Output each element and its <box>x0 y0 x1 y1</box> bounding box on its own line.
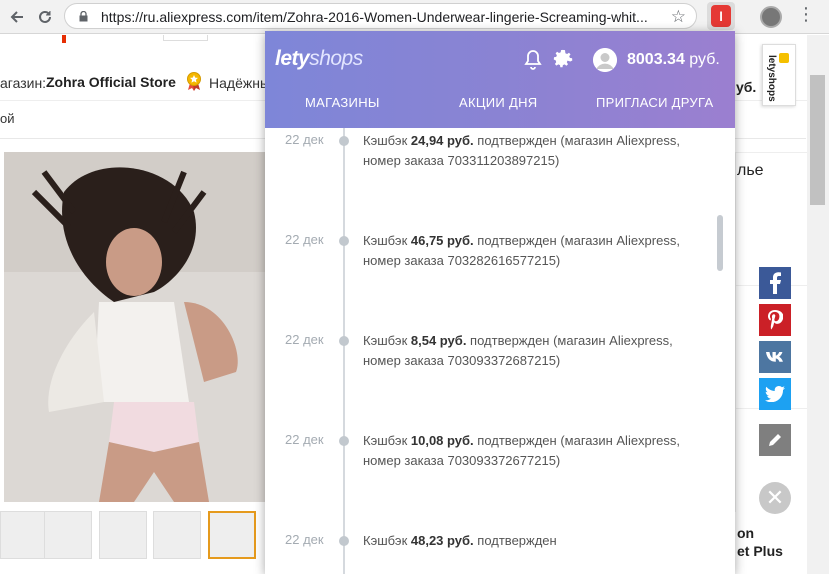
gear-icon[interactable] <box>551 49 573 71</box>
letyshops-popup: letyshops 8003.34 руб. МАГАЗИНЫ АКЦИИ ДН… <box>265 31 735 574</box>
entry-date: 22 дек <box>285 332 324 347</box>
vertical-dots-icon[interactable]: ⋮ <box>797 4 815 25</box>
cashback-feed: 22 дек Кэшбэк 24,94 руб. подтвержден (ма… <box>265 128 735 574</box>
pencil-icon[interactable] <box>759 424 791 456</box>
letyshops-extension-button[interactable]: l <box>711 5 731 27</box>
balance-amount: 8003.34 <box>627 51 685 68</box>
timeline-line <box>343 128 345 574</box>
close-icon[interactable]: ✕ <box>759 482 791 514</box>
letyshops-side-label: letyshops <box>766 55 777 102</box>
reload-icon <box>39 10 51 23</box>
entry-date: 22 дек <box>285 532 324 547</box>
logo-fragment <box>62 35 66 43</box>
tab-invite[interactable]: ПРИГЛАСИ ДРУГА <box>596 95 713 110</box>
store-label: агазин: <box>0 75 47 91</box>
logo-part-2: shops <box>309 47 363 70</box>
extension-label: l <box>719 8 723 24</box>
product-photo[interactable] <box>4 152 266 502</box>
balance-currency: руб. <box>689 51 720 68</box>
letyshops-logo[interactable]: letyshops <box>275 47 363 71</box>
bell-icon[interactable] <box>523 49 543 71</box>
product-title-fragment: лье <box>737 162 764 179</box>
timeline-dot <box>339 336 349 346</box>
thumbnail[interactable] <box>0 511 48 559</box>
entry-text: Кэшбэк 48,23 руб. подтвержден <box>363 533 557 548</box>
bottom-text-line-1: on <box>737 525 755 541</box>
entry-text: Кэшбэк 10,08 руб. подтвержден (магазин A… <box>363 433 680 468</box>
balance: 8003.34 руб. <box>627 51 720 69</box>
divider <box>735 152 736 512</box>
page-scrollbar-thumb[interactable] <box>810 75 825 205</box>
store-name-link[interactable]: Zohra Official Store <box>46 74 176 90</box>
browser-toolbar: https://ru.aliexpress.com/item/Zohra-201… <box>0 0 829 34</box>
divider <box>735 152 807 153</box>
popup-header: letyshops 8003.34 руб. МАГАЗИНЫ АКЦИИ ДН… <box>265 31 735 128</box>
thumbnail-strip <box>0 511 266 561</box>
breadcrumb[interactable]: ой <box>0 111 15 126</box>
timeline-dot <box>339 136 349 146</box>
arrow-left-icon <box>10 11 23 23</box>
profile-avatar[interactable] <box>760 6 782 28</box>
medal-icon <box>187 72 201 91</box>
pinterest-icon[interactable] <box>759 304 791 336</box>
timeline-dot <box>339 436 349 446</box>
entry-date: 22 дек <box>285 132 324 147</box>
price-fragment: уб. <box>736 79 757 95</box>
letyshops-side-tab[interactable]: letyshops <box>762 44 796 106</box>
logo-part-1: lety <box>275 47 310 70</box>
trust-label: Надёжны <box>209 75 271 91</box>
user-avatar[interactable] <box>593 48 617 72</box>
entry-date: 22 дек <box>285 232 324 247</box>
lock-icon <box>79 11 88 22</box>
thumbnail-active[interactable] <box>208 511 256 559</box>
product-photo-graphic <box>4 152 266 502</box>
timeline-dot <box>339 236 349 246</box>
facebook-icon[interactable] <box>759 267 791 299</box>
tab-deals[interactable]: АКЦИИ ДНЯ <box>459 95 537 110</box>
page-scrollbar[interactable] <box>807 35 829 574</box>
twitter-icon[interactable] <box>759 378 791 410</box>
reload-button[interactable] <box>32 4 58 30</box>
entry-text: Кэшбэк 46,75 руб. подтвержден (магазин A… <box>363 233 680 268</box>
address-bar[interactable]: https://ru.aliexpress.com/item/Zohra-201… <box>64 3 697 29</box>
back-button[interactable] <box>4 4 30 30</box>
thumbnail[interactable] <box>99 511 147 559</box>
thumbnail[interactable] <box>44 511 92 559</box>
search-fragment[interactable] <box>163 35 208 41</box>
screen: https://ru.aliexpress.com/item/Zohra-201… <box>0 0 829 574</box>
feed-scrollbar-thumb[interactable] <box>717 215 723 271</box>
thumbnail[interactable] <box>153 511 201 559</box>
star-icon[interactable]: ☆ <box>671 7 686 27</box>
popup-tabs: МАГАЗИНЫ АКЦИИ ДНЯ ПРИГЛАСИ ДРУГА <box>265 95 735 117</box>
url-text: https://ru.aliexpress.com/item/Zohra-201… <box>101 9 648 25</box>
entry-text: Кэшбэк 24,94 руб. подтвержден (магазин A… <box>363 133 680 168</box>
bottom-text-fragment: on et Plus <box>737 524 783 560</box>
letyshops-side-badge <box>779 53 789 63</box>
vk-icon[interactable] <box>759 341 791 373</box>
entry-date: 22 дек <box>285 432 324 447</box>
timeline-dot <box>339 536 349 546</box>
entry-text: Кэшбэк 8,54 руб. подтвержден (магазин Al… <box>363 333 673 368</box>
bottom-text-line-2: et Plus <box>737 543 783 559</box>
tab-stores[interactable]: МАГАЗИНЫ <box>305 95 380 110</box>
